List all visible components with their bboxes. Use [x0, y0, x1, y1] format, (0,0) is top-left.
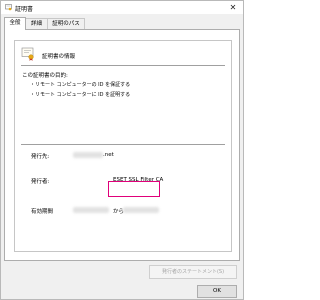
- tab-certification-path[interactable]: 証明のパス: [47, 18, 85, 29]
- purpose-item: ・リモート コンピューターに ID を証明する: [30, 92, 131, 98]
- validity-label: 有効期間: [31, 209, 54, 215]
- issued-to-value: .net: [103, 152, 114, 158]
- issued-by-label: 発行者:: [31, 179, 50, 185]
- purpose-heading: この証明書の目的:: [22, 73, 68, 79]
- general-tab-panel: 証明書の情報 この証明書の目的: ・リモート コンピューターの ID を保証する…: [4, 29, 240, 261]
- issuer-statement-button[interactable]: 発行者のステートメント(S): [149, 265, 237, 279]
- close-icon[interactable]: ✕: [227, 2, 239, 13]
- certificate-info-title: 証明書の情報: [42, 54, 76, 60]
- ok-button[interactable]: OK: [197, 285, 237, 298]
- purpose-item: ・リモート コンピューターの ID を保証する: [30, 82, 131, 88]
- certificate-info-box: 証明書の情報 この証明書の目的: ・リモート コンピューターの ID を保証する…: [14, 40, 232, 252]
- divider: [21, 144, 225, 145]
- redacted-date: [123, 207, 159, 213]
- divider: [21, 65, 225, 66]
- tab-details[interactable]: 詳細: [25, 18, 48, 29]
- issued-to-label: 発行先:: [31, 154, 50, 160]
- issued-by-value: ESET SSL Filter CA: [113, 177, 164, 183]
- redacted-date: [73, 207, 109, 213]
- window-title: 証明書: [15, 6, 34, 13]
- title-bar: 証明書 ✕: [1, 1, 243, 14]
- tab-general[interactable]: 全般: [4, 17, 26, 30]
- certificate-dialog: 証明書 ✕ 全般 詳細 証明のパス 証明書の情報 この証明書の目的: ・リモート…: [0, 0, 244, 300]
- issuer-highlight-box: [108, 181, 160, 197]
- certificate-icon: [21, 47, 34, 61]
- certificate-icon: [5, 4, 12, 11]
- redacted-value: [73, 152, 103, 158]
